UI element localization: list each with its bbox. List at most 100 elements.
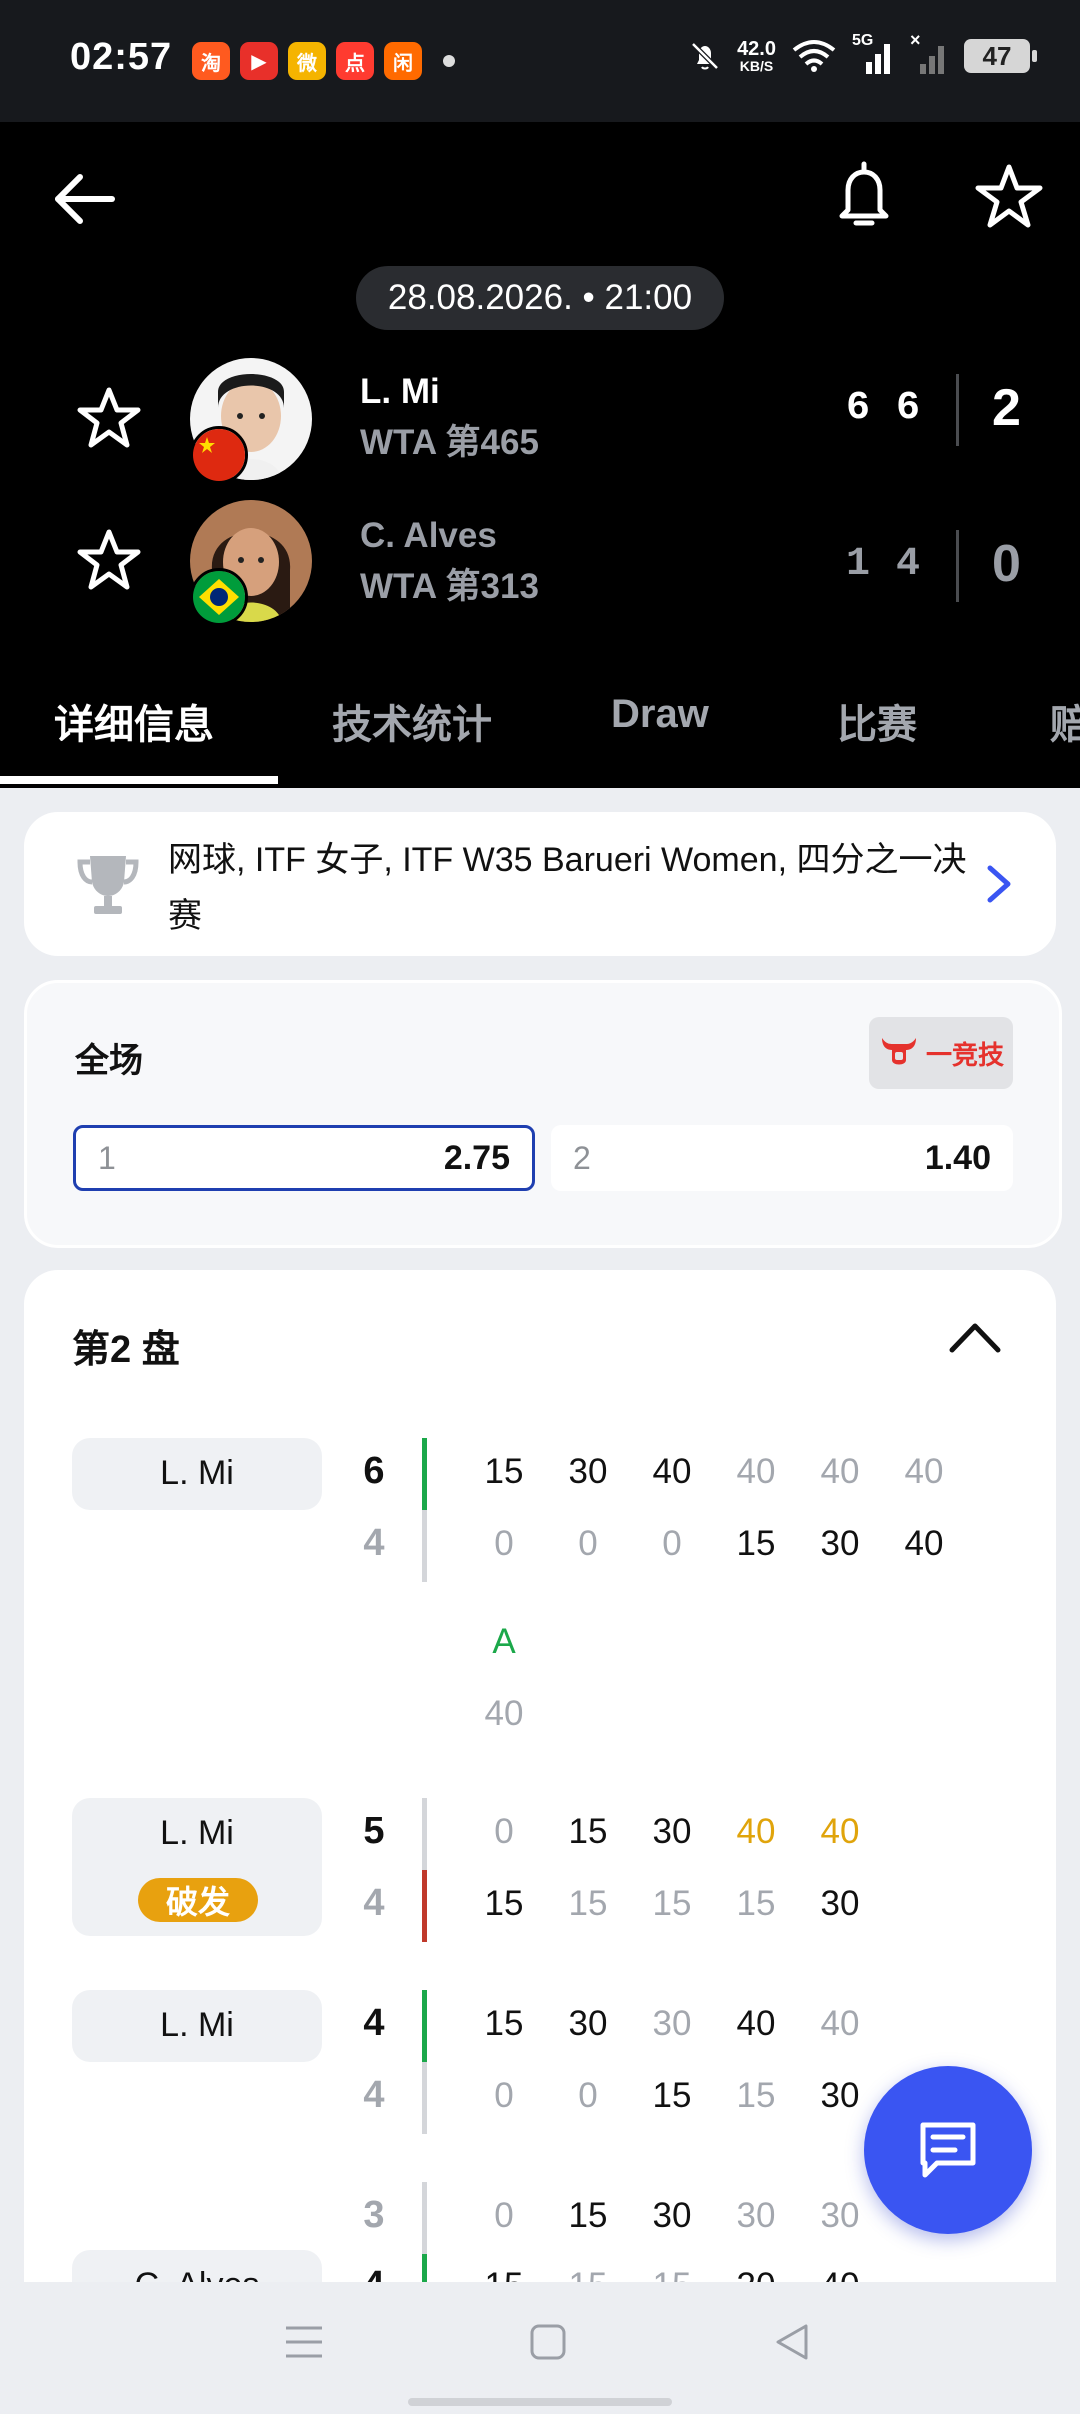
competition-name: 网球, ITF 女子, ITF W35 Barueri Women, 四分之一决… <box>168 841 967 935</box>
battery-icon: 47 <box>964 39 1037 73</box>
chat-button[interactable] <box>864 2066 1032 2234</box>
point-score: 15 <box>736 1884 776 1923</box>
point-score: 30 <box>820 2076 860 2115</box>
point-score: 15 <box>736 2076 776 2115</box>
game-winner-bar <box>422 1990 427 2062</box>
server-name: L. Mi <box>160 1814 234 1852</box>
active-tab-indicator <box>0 776 278 784</box>
point-score: 15 <box>484 1452 524 1491</box>
point-score: 0 <box>494 2196 514 2235</box>
point-score: 0 <box>578 2076 598 2115</box>
chat-icon <box>920 2122 976 2178</box>
point-score: 30 <box>568 2004 608 2043</box>
odds-option-1[interactable]: 1 2.75 <box>73 1125 535 1191</box>
game-score-bottom: 4 <box>363 2074 385 2116</box>
point-score: 30 <box>820 1884 860 1923</box>
point-score: 0 <box>578 1524 598 1563</box>
point-score: 15 <box>484 2004 524 2043</box>
game-winner-bar <box>422 2254 427 2282</box>
notification-apps: 淘 ▶ 微 点 闲 <box>192 42 422 80</box>
gesture-handle <box>0 2390 1080 2414</box>
server-name: L. Mi <box>160 1454 234 1492</box>
game-score-bottom: 4 <box>363 1522 385 1564</box>
mute-bell-icon <box>691 42 719 70</box>
point-score: 0 <box>494 2076 514 2115</box>
cell-signal-2-icon: × <box>910 30 950 76</box>
game-divider-bar <box>422 1798 427 1870</box>
point-score: 15 <box>632 2266 712 2282</box>
game-score-top: 4 <box>363 2002 385 2044</box>
cell-signal-5g-icon: 5G <box>852 32 896 76</box>
point-score: 30 <box>820 1524 860 1563</box>
player1-name[interactable]: L. Mi <box>360 372 440 412</box>
player1-set1-score: 6 <box>846 386 871 431</box>
point-score: 15 <box>736 1524 776 1563</box>
point-score: 30 <box>568 1452 608 1491</box>
brazil-flag-icon <box>190 568 248 626</box>
player2-set1-score: 1 <box>846 542 871 587</box>
player2-set2-score: 4 <box>896 542 921 587</box>
point-score: 30 <box>736 2196 776 2235</box>
chevron-right-icon <box>987 865 1011 903</box>
point-score: 40 <box>736 1452 776 1491</box>
tab-statistics[interactable]: 技术统计 <box>332 692 492 750</box>
odds-option-2[interactable]: 2 1.40 <box>551 1125 1013 1191</box>
point-score: 0 <box>494 1812 514 1851</box>
chevron-up-icon[interactable] <box>948 1320 1002 1354</box>
match-datetime: 28.08.2026. • 21:00 <box>356 266 724 330</box>
notification-bell-icon[interactable] <box>834 160 894 232</box>
player2-total-score: 0 <box>992 535 1021 593</box>
point-score: 30 <box>652 1812 692 1851</box>
game-server-badge: L. Mi 破发 <box>72 1798 322 1936</box>
tab-details[interactable]: 详细信息 <box>54 692 214 750</box>
game-score-bottom: 4 <box>363 1882 385 1924</box>
point-score: 40 <box>820 2004 860 2043</box>
break-badge: 破发 <box>138 1878 258 1922</box>
point-score: 15 <box>568 1812 608 1851</box>
odds-option-value: 2.75 <box>443 1138 510 1177</box>
game-server-badge: L. Mi <box>72 1990 322 2062</box>
tab-matches[interactable]: 比赛 <box>837 692 917 750</box>
game-score-top: 5 <box>363 1810 385 1852</box>
break-point-score: 40 <box>736 1812 776 1851</box>
video-app-icon: ▶ <box>240 42 278 80</box>
player2-name[interactable]: C. Alves <box>360 516 497 556</box>
status-time: 02:57 <box>70 36 173 78</box>
point-score: 15 <box>568 1884 608 1923</box>
game-server-badge: L. Mi <box>72 1438 322 1510</box>
taobao-flash-icon: 闲 <box>384 42 422 80</box>
point-score: 15 <box>484 1884 524 1923</box>
tab-odds[interactable]: 赔 <box>1050 692 1080 750</box>
network-speed: 42.0 KB/S <box>737 39 776 73</box>
game-divider-bar <box>422 1510 427 1582</box>
home-icon[interactable] <box>528 2322 568 2362</box>
competition-card[interactable]: 网球, ITF 女子, ITF W35 Barueri Women, 四分之一决… <box>24 812 1056 956</box>
status-icons: 42.0 KB/S 5G × 47 <box>687 30 1037 76</box>
more-notifications-dot <box>443 55 455 67</box>
point-score: 15 <box>652 1884 692 1923</box>
favorite-star-icon[interactable] <box>974 162 1044 232</box>
point-score: 30 <box>716 2266 796 2282</box>
player1-total-score: 2 <box>992 379 1021 437</box>
game-server-badge: C. Alves <box>72 2250 322 2282</box>
odds-option-label: 1 <box>98 1139 116 1176</box>
player2-favorite-star-icon[interactable] <box>74 526 144 596</box>
odds-provider-name: 一竞技 <box>925 1039 1004 1070</box>
game-winner-bar <box>422 1438 427 1510</box>
server-name: C. Alves <box>72 2266 322 2282</box>
point-score: 40 <box>652 1452 692 1491</box>
tab-draw[interactable]: Draw <box>611 692 709 737</box>
point-score: 15 <box>568 2196 608 2235</box>
player1-favorite-star-icon[interactable] <box>74 384 144 454</box>
back-arrow-icon[interactable] <box>50 164 120 234</box>
set-title: 第2 盘 <box>72 1329 180 1371</box>
point-score: 0 <box>494 1524 514 1563</box>
back-triangle-icon[interactable] <box>772 2320 812 2364</box>
point-score: 15 <box>548 2266 628 2282</box>
server-name: L. Mi <box>160 2006 234 2044</box>
tab-bar: 详细信息 技术统计 Draw 比赛 赔 <box>0 668 1080 788</box>
odds-provider-logo[interactable]: 一竞技 <box>869 1017 1013 1089</box>
player2-rank: WTA 第313 <box>360 567 539 606</box>
menu-icon[interactable] <box>282 2322 326 2362</box>
point-score: 0 <box>662 1524 682 1563</box>
